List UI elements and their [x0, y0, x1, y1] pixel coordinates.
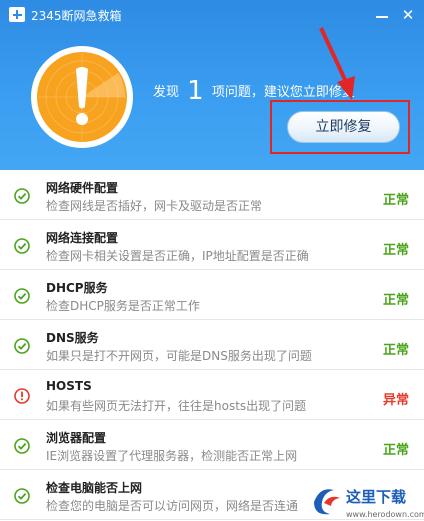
- first-aid-kit-icon: [9, 7, 25, 22]
- check-item-description: 检查网卡相关设置是否正确，IP地址配置是否正确: [46, 249, 309, 263]
- annotation-arrow-icon: [319, 27, 355, 100]
- check-item: DNS服务如果只是打不开网页，可能是DNS服务出现了问题 正常: [0, 320, 424, 370]
- check-item: 网络硬件配置检查网线是否插好，网卡及驱动是否正常 正常: [0, 170, 424, 220]
- check-item-description: 检查您的电脑是否可以访问网页，网络是否连通: [46, 499, 299, 513]
- close-button[interactable]: ✕: [398, 5, 418, 25]
- error-icon: [14, 388, 30, 404]
- check-item-description: 如果有些网页无法打开，往往是hosts出现了问题: [46, 399, 307, 413]
- check-item-title: 网络硬件配置: [46, 181, 119, 195]
- check-icon: [14, 438, 30, 454]
- check-item-status: 正常: [382, 443, 409, 458]
- check-icon: [14, 188, 30, 204]
- check-item-title: DNS服务: [46, 331, 99, 345]
- check-list: 网络硬件配置 检查网线是否插好，网卡及驱动是否正常 正常 网络连接配置 检查网卡相关设置…: [0, 170, 424, 521]
- check-item: HOSTS 如果有些网页无法打开，往往是hosts出现了问题 异常: [0, 370, 424, 420]
- check-item-title: 浏览器配置: [46, 431, 107, 445]
- check-item-status: 正常: [382, 243, 409, 258]
- check-item-title: DHCP服务: [46, 281, 108, 295]
- check-icon: [14, 288, 30, 304]
- check-item-status: 异常: [382, 393, 409, 408]
- check-item-title: 检查电脑能否上网: [46, 481, 143, 495]
- check-item-status: 正常: [382, 193, 409, 208]
- problem-count: 1: [187, 76, 204, 106]
- minimize-button[interactable]: [372, 5, 392, 25]
- check-item-status: 正常: [382, 293, 409, 308]
- check-item: 浏览器配置 IE浏览器设置了代理服务器，检测能否正常上网 正常: [0, 420, 424, 470]
- check-item-title: HOSTS: [46, 379, 92, 393]
- fix-now-button[interactable]: 立即修复: [287, 111, 400, 143]
- check-item-status: 正常: [382, 343, 409, 358]
- summary-prefix: 发现: [153, 85, 180, 100]
- check-item-title: 网络连接配置: [46, 231, 119, 245]
- check-icon: [14, 338, 30, 354]
- header-panel: 2345断网急救箱 ✕ 发现 1 项问题，建议您立即修复 立即修复: [0, 0, 424, 170]
- check-item-description: 检查DHCP服务是否正常工作: [46, 299, 200, 313]
- check-item-description: 检查网线是否插好，网卡及驱动是否正常: [46, 199, 263, 213]
- check-item-description: 如果只是打不开网页，可能是DNS服务出现了问题: [46, 349, 312, 363]
- watermark-logo: 这里下载 www.herodown.com: [314, 488, 424, 519]
- check-item: 网络连接配置检查网卡相关设置是否正确，IP地址配置是否正确 正常: [0, 220, 424, 270]
- window-title: 2345断网急救箱: [31, 9, 122, 23]
- check-item: DHCP服务检查DHCP服务是否正常工作 正常: [0, 270, 424, 320]
- check-icon: [14, 488, 30, 504]
- svg-text:www.herodown.com: www.herodown.com: [346, 510, 424, 519]
- warning-badge-icon: [31, 46, 133, 148]
- svg-text:这里下载: 这里下载: [346, 488, 406, 506]
- check-icon: [14, 238, 30, 254]
- check-item-description: IE浏览器设置了代理服务器，检测能否正常上网: [46, 449, 298, 463]
